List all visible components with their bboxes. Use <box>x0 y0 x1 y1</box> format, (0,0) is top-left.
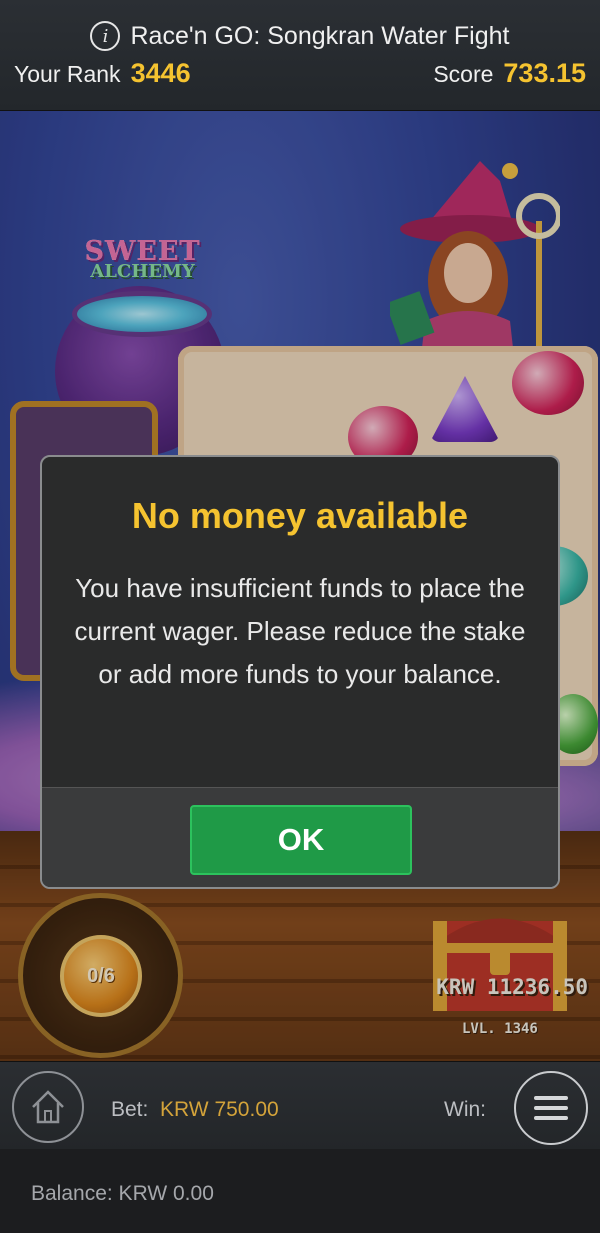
info-icon[interactable]: i <box>90 21 121 51</box>
tournament-title[interactable]: Race'n GO: Songkran Water Fight <box>130 22 509 51</box>
dialog-title: No money available <box>131 495 469 536</box>
menu-button[interactable] <box>514 1071 588 1145</box>
rank-value: 3446 <box>130 58 191 88</box>
rank-label: Your Rank <box>14 61 121 87</box>
balance-text: Balance: KRW 0.00 <box>31 1182 214 1205</box>
win-label: Win: <box>444 1098 486 1121</box>
ok-button[interactable]: OK <box>190 805 412 875</box>
tournament-header: i Race'n GO: Songkran Water Fight Your R… <box>0 0 600 111</box>
tournament-title-row[interactable]: i Race'n GO: Songkran Water Fight <box>0 20 600 52</box>
control-bar: Bet: KRW 750.00 Win: <box>0 1061 600 1149</box>
hamburger-menu-icon <box>534 1096 568 1120</box>
score-value: 733.15 <box>503 58 586 88</box>
bet-value: KRW 750.00 <box>160 1098 279 1121</box>
bet-label: Bet: <box>111 1098 149 1121</box>
dialog-body: No money available You have insufficient… <box>42 457 558 787</box>
home-icon <box>32 1090 64 1124</box>
rank-display: Your Rank 3446 <box>14 58 191 92</box>
home-button[interactable] <box>12 1071 84 1143</box>
insufficient-funds-dialog: No money available You have insufficient… <box>40 455 560 889</box>
dialog-footer: OK <box>42 787 558 887</box>
dialog-message: You have insufficient funds to place the… <box>74 573 526 689</box>
score-display: Score 733.15 <box>433 58 586 92</box>
score-label: Score <box>433 61 494 87</box>
balance-bar: Balance: KRW 0.00 <box>0 1149 600 1233</box>
